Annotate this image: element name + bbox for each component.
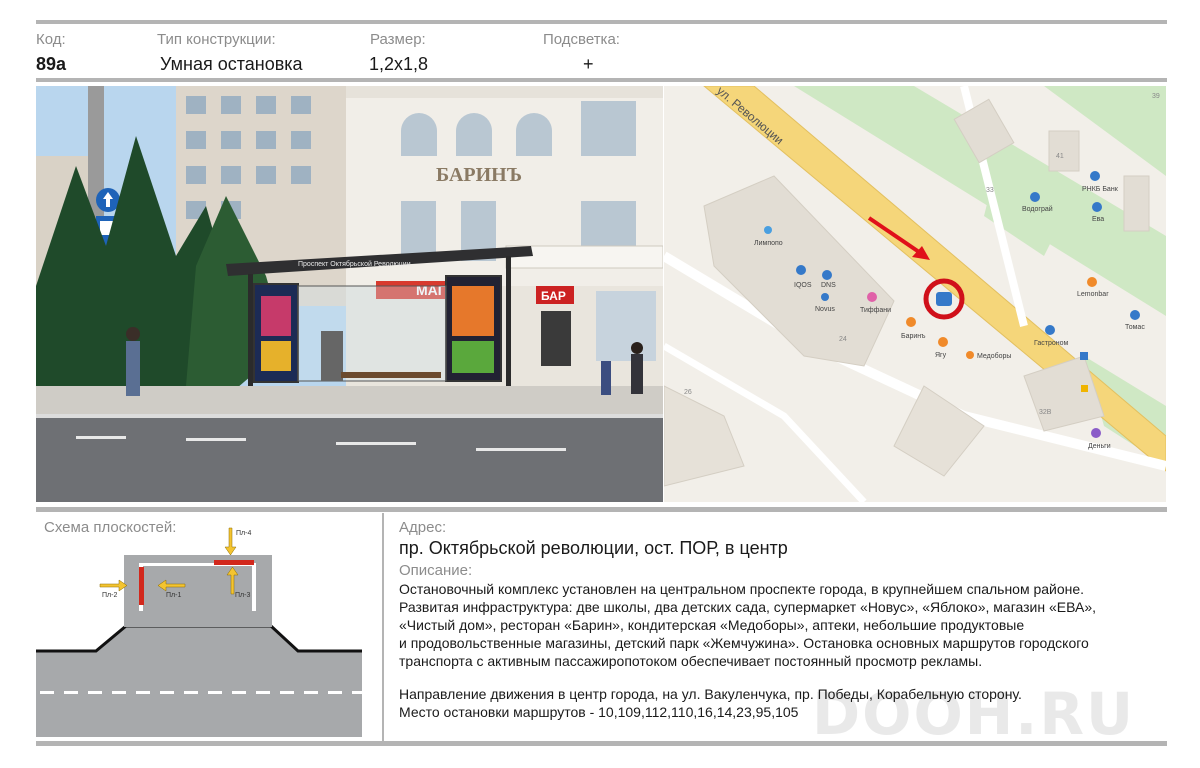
direction-line: Направление движения в центр города, на …: [399, 686, 1022, 702]
lower-separator: [382, 513, 384, 741]
description-line: и продовольственные магазины, детский па…: [399, 635, 1089, 651]
map-poi-vodograi: Водограй: [1022, 205, 1053, 213]
direction-text: Направление движения в центр города, на …: [399, 685, 1022, 721]
description-line: «Чистый дом», ресторан «Барин», кондитер…: [399, 617, 1025, 633]
type-label: Тип конструкции:: [157, 31, 276, 48]
map-poi-iqos: IQOS: [794, 282, 812, 289]
map-poi-eva: Ева: [1092, 216, 1104, 223]
street-photo: БАРИНЪ МАГ БАР: [36, 86, 663, 502]
code-label: Код:: [36, 31, 66, 48]
scheme-label-p2: Пл-2: [102, 592, 117, 599]
map-poi-barin: Баринъ: [901, 333, 926, 340]
photo-bottom-rule: [36, 507, 1167, 512]
description-label: Описание:: [399, 562, 473, 579]
map-poi-novus: Novus: [815, 306, 835, 313]
barin-building-sign: БАРИНЪ: [436, 164, 522, 186]
map-poi-lemonbar: Lemonbar: [1077, 291, 1109, 298]
code-value: 89а: [36, 54, 67, 74]
map-house-39: 39: [1152, 93, 1160, 100]
routes-line: Место остановки маршрутов - 10,109,112,1…: [399, 704, 799, 720]
location-map: ул. Революции 41 33 24 26 32В 39 Лимпопо…: [664, 86, 1166, 502]
description-text: Остановочный комплекс установлен на цент…: [399, 580, 1159, 670]
map-poi-dengi: Деньги: [1088, 443, 1111, 450]
bar-sign: БАР: [541, 289, 566, 303]
light-value: +: [583, 54, 594, 74]
scheme-label-p1: Пл-1: [166, 592, 181, 599]
map-poi-tiffani: Тиффани: [860, 307, 891, 314]
description-line: Остановочный комплекс установлен на цент…: [399, 581, 1085, 597]
map-poi-tomas: Томас: [1125, 324, 1145, 331]
map-poi-medobory: Медоборы: [977, 352, 1011, 360]
light-label: Подсветка:: [543, 31, 620, 48]
shelter-roof-text: Проспект Октябрьской Революции: [298, 260, 411, 268]
scheme-label-p3: Пл-3: [235, 592, 250, 599]
map-poi-rnkb: РНКБ Банк: [1082, 186, 1119, 193]
address-label: Адрес:: [399, 519, 447, 536]
map-house-32v: 32В: [1039, 409, 1052, 416]
type-value: Умная остановка: [160, 54, 303, 74]
description-line: Развитая инфраструктура: две школы, два …: [399, 599, 1096, 615]
size-value: 1,2х1,8: [369, 54, 429, 74]
map-poi-yagu: Ягу: [935, 352, 947, 359]
map-house-41: 41: [1056, 153, 1064, 160]
panel-scheme: Пл-4 Пл-3 Пл-2 Пл-1: [36, 527, 362, 737]
map-poi-limpopo: Лимпопо: [754, 240, 783, 247]
header-bottom-rule: [36, 78, 1167, 82]
size-label: Размер:: [370, 31, 426, 48]
description-line: транспорта с активным пассажиропотоком о…: [399, 653, 983, 669]
scheme-label-p4: Пл-4: [236, 530, 251, 537]
top-rule: [36, 20, 1167, 24]
map-poi-gastronom: Гастроном: [1034, 340, 1069, 347]
address-value: пр. Октябрьской революции, ост. ПОР, в ц…: [399, 538, 788, 558]
map-house-33: 33: [986, 187, 994, 194]
map-house-24: 24: [839, 336, 847, 343]
map-house-26: 26: [684, 389, 692, 396]
map-poi-dns: DNS: [821, 282, 836, 289]
